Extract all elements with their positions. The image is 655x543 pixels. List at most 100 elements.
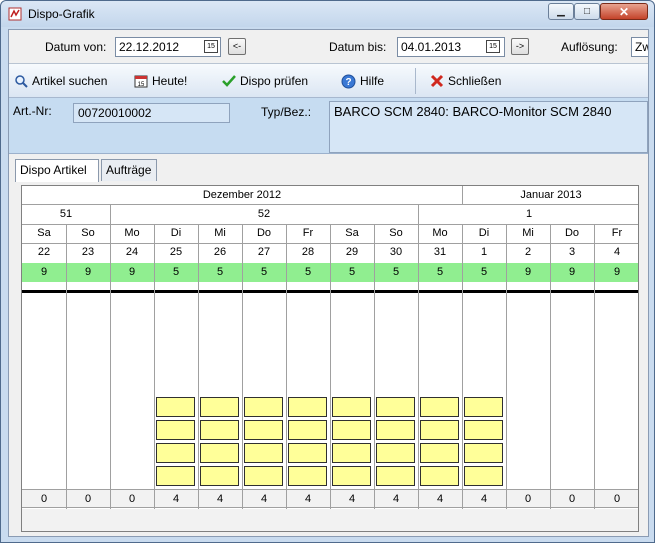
minimize-button[interactable]: ▁ xyxy=(548,3,574,20)
hilfe-button[interactable]: ? Hilfe xyxy=(341,71,384,91)
datum-von-field[interactable]: 22.12.2012 15 xyxy=(115,37,221,57)
artikel-suchen-button[interactable]: Artikel suchen xyxy=(13,71,107,91)
typ-bez-field[interactable]: BARCO SCM 2840: BARCO-Monitor SCM 2840 xyxy=(329,101,648,153)
available-count: 9 xyxy=(128,266,136,278)
week-divider xyxy=(110,205,111,224)
maximize-button[interactable]: □ xyxy=(574,3,600,20)
heute-button[interactable]: 15 Heute! xyxy=(133,71,187,91)
booking-block[interactable] xyxy=(376,397,415,417)
dispo-calendar-grid[interactable]: Dezember 2012 Januar 2013 51 52 1 Sa 22 9 0… xyxy=(21,185,639,532)
booked-count: 4 xyxy=(216,493,224,505)
day-number-label: 26 xyxy=(213,246,227,258)
month-divider xyxy=(462,186,463,205)
booking-block[interactable] xyxy=(332,397,371,417)
available-count: 9 xyxy=(84,266,92,278)
day-of-week-label: Mo xyxy=(432,227,448,239)
booking-block[interactable] xyxy=(464,466,503,486)
day-of-week-label: Fr xyxy=(302,227,314,239)
tab-dispo-artikel[interactable]: Dispo Artikel xyxy=(15,159,99,182)
article-panel: Art.-Nr: 00720010002 Typ/Bez.: BARCO SCM… xyxy=(9,98,648,154)
app-icon xyxy=(8,7,22,21)
booking-block[interactable] xyxy=(156,466,195,486)
checkmark-icon xyxy=(221,74,236,89)
day-number-label: 2 xyxy=(524,246,532,258)
close-window-button[interactable]: ✕ xyxy=(600,3,648,20)
booking-block[interactable] xyxy=(244,466,283,486)
booked-count: 0 xyxy=(84,493,92,505)
day-of-week-label: Di xyxy=(170,227,182,239)
dispo-pruefen-button[interactable]: Dispo prüfen xyxy=(221,71,308,91)
toolbar: Artikel suchen 15 Heute! Dispo prüfen ? … xyxy=(9,64,648,98)
available-count: 9 xyxy=(568,266,576,278)
booking-block[interactable] xyxy=(420,443,459,463)
available-count: 9 xyxy=(613,266,621,278)
booking-block[interactable] xyxy=(376,420,415,440)
booking-block[interactable] xyxy=(332,443,371,463)
dispo-grafik-window: Dispo-Grafik ▁ □ ✕ Datum von: 22.12.2012… xyxy=(0,0,655,543)
calendar-icon[interactable]: 15 xyxy=(204,40,218,53)
day-of-week-label: So xyxy=(389,227,403,239)
art-nr-field[interactable]: 00720010002 xyxy=(73,103,230,123)
booking-block[interactable] xyxy=(464,397,503,417)
booking-block[interactable] xyxy=(200,443,239,463)
next-period-button[interactable]: -> xyxy=(511,38,529,55)
booked-count: 4 xyxy=(436,493,444,505)
booking-block[interactable] xyxy=(288,397,327,417)
schliessen-button[interactable]: Schließen xyxy=(429,71,501,91)
available-count: 5 xyxy=(172,266,180,278)
day-of-week-label: Do xyxy=(564,227,580,239)
previous-period-button[interactable]: <- xyxy=(228,38,246,55)
red-x-icon xyxy=(429,74,444,89)
booked-count: 4 xyxy=(172,493,180,505)
booking-block[interactable] xyxy=(200,397,239,417)
tab-auftraege[interactable]: Aufträge xyxy=(101,159,157,181)
booking-block[interactable] xyxy=(464,420,503,440)
booking-block[interactable] xyxy=(244,420,283,440)
available-count: 5 xyxy=(436,266,444,278)
booking-block[interactable] xyxy=(244,397,283,417)
booking-block[interactable] xyxy=(332,420,371,440)
available-count: 5 xyxy=(348,266,356,278)
aufloesung-select[interactable]: Zw xyxy=(631,37,648,57)
day-number-label: 30 xyxy=(389,246,403,258)
day-of-week-label: Mi xyxy=(522,227,534,239)
calendar-icon[interactable]: 15 xyxy=(486,40,500,53)
booking-block[interactable] xyxy=(288,420,327,440)
booking-block[interactable] xyxy=(156,397,195,417)
dispo-pruefen-label: Dispo prüfen xyxy=(240,74,309,88)
booking-block[interactable] xyxy=(420,420,459,440)
week-label-52: 52 xyxy=(257,208,271,220)
booking-block[interactable] xyxy=(420,466,459,486)
booking-block[interactable] xyxy=(332,466,371,486)
day-of-week-label: Sa xyxy=(345,227,359,239)
booking-block[interactable] xyxy=(288,466,327,486)
day-number-label: 22 xyxy=(37,246,51,258)
svg-text:?: ? xyxy=(345,77,351,88)
booking-block[interactable] xyxy=(376,443,415,463)
month-label-dezember: Dezember 2012 xyxy=(202,189,282,201)
day-number-label: 31 xyxy=(433,246,447,258)
magnifier-icon xyxy=(13,74,28,89)
available-count: 5 xyxy=(480,266,488,278)
booking-block[interactable] xyxy=(376,466,415,486)
booking-block[interactable] xyxy=(420,397,459,417)
week-label-1: 1 xyxy=(525,208,533,220)
booking-block[interactable] xyxy=(288,443,327,463)
art-nr-label: Art.-Nr: xyxy=(13,104,52,118)
booked-count: 0 xyxy=(128,493,136,505)
datum-bis-value: 04.01.2013 xyxy=(401,40,462,54)
booking-block[interactable] xyxy=(200,420,239,440)
title-bar[interactable]: Dispo-Grafik ▁ □ ✕ xyxy=(1,1,654,27)
day-of-week-label: Fr xyxy=(611,227,623,239)
datum-bis-field[interactable]: 04.01.2013 15 xyxy=(397,37,505,57)
booked-count: 4 xyxy=(392,493,400,505)
available-count: 5 xyxy=(304,266,312,278)
booking-block[interactable] xyxy=(244,443,283,463)
booking-block[interactable] xyxy=(200,466,239,486)
booked-count: 4 xyxy=(480,493,488,505)
booking-block[interactable] xyxy=(156,443,195,463)
booking-block[interactable] xyxy=(464,443,503,463)
available-count: 5 xyxy=(392,266,400,278)
booking-block[interactable] xyxy=(156,420,195,440)
window-title: Dispo-Grafik xyxy=(28,7,95,21)
